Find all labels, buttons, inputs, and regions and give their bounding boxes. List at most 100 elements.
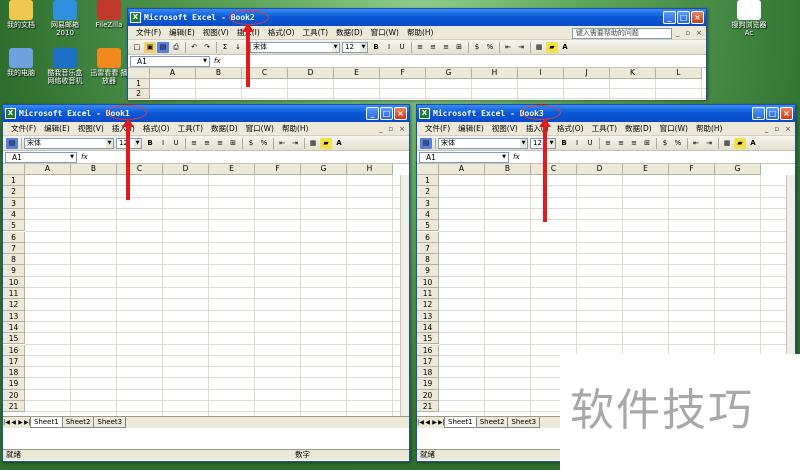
help-search-input[interactable]: 键入需要帮助的问题 [571,27,672,39]
menu-item[interactable]: 窗口(W) [242,123,278,134]
menu-item[interactable]: 帮助(H) [403,27,438,38]
column-header[interactable]: E [623,164,669,175]
worksheet-grid[interactable]: A B C D E F G H 1 2 3 4 5 6 7 8 9 10 11 12 13 14 15 16 17 18 19 20 2… [3,164,409,429]
doc-close-button[interactable]: × [397,125,407,133]
currency-icon[interactable]: $ [659,138,671,149]
fill-color-icon[interactable]: ▰ [546,41,558,53]
row-header[interactable]: 10 [417,276,439,288]
column-header[interactable]: A [150,68,196,79]
column-header[interactable]: A [25,164,71,175]
row-header[interactable]: 3 [3,197,25,209]
italic-button[interactable]: I [157,138,169,149]
column-header[interactable]: E [209,164,255,175]
row-header[interactable]: 9 [417,265,439,277]
undo-icon[interactable]: ↶ [188,42,200,53]
row-header[interactable]: 2 [417,186,439,198]
doc-minimize-button[interactable]: _ [377,125,385,133]
next-sheet-button[interactable]: ▶ [17,419,24,426]
redo-icon[interactable]: ↷ [201,42,213,53]
print-icon[interactable]: ⎙ [170,42,182,53]
row-header[interactable]: 18 [417,367,439,379]
row-header[interactable]: 3 [417,197,439,209]
row-header[interactable]: 7 [417,242,439,255]
save-icon[interactable]: ▤ [157,41,169,53]
align-right-icon[interactable]: ≡ [214,138,226,149]
column-header[interactable]: G [715,164,761,175]
row-header[interactable]: 15 [3,333,25,345]
sum-icon[interactable]: Σ [219,42,231,53]
desktop-icon[interactable]: 迅雷看看 播放器 [88,48,130,85]
menu-item[interactable]: 工具(T) [299,27,332,38]
fill-color-icon[interactable]: ▰ [320,137,332,149]
excel-window-book1[interactable]: X Microsoft Excel - Book1 _ □ × 文件(F) 编辑(… [2,104,410,462]
font-select[interactable]: 宋体 ▼ [250,41,340,53]
menu-item[interactable]: 视图(V) [74,123,108,134]
name-box[interactable]: A1 ▼ [419,151,509,163]
menu-item[interactable]: 视图(V) [488,123,522,134]
row-header[interactable]: 17 [3,355,25,368]
align-right-icon[interactable]: ≡ [440,42,452,53]
column-header[interactable]: G [426,68,472,79]
font-select[interactable]: 宋体 ▼ [438,137,528,149]
row-header[interactable]: 6 [3,231,25,243]
currency-icon[interactable]: $ [245,138,257,149]
row-header[interactable]: 21 [417,401,439,413]
row-header[interactable]: 4 [3,208,25,221]
column-header[interactable]: D [288,68,334,79]
menu-item[interactable]: 数据(D) [621,123,656,134]
minimize-button[interactable]: _ [366,107,379,120]
sheet-tab[interactable]: Sheet3 [507,417,541,428]
close-button[interactable]: × [780,107,793,120]
first-sheet-button[interactable]: |◀ [3,419,10,426]
column-header[interactable]: D [163,164,209,175]
column-header[interactable]: F [669,164,715,175]
select-all-corner[interactable] [128,68,150,79]
row-header[interactable]: 16 [417,344,439,356]
row-header[interactable]: 11 [417,288,439,300]
borders-icon[interactable]: ▦ [533,42,545,53]
menu-item[interactable]: 文件(F) [421,123,454,134]
row-header[interactable]: 13 [3,310,25,322]
column-header[interactable]: K [610,68,656,79]
row-header[interactable]: 20 [3,389,25,401]
percent-icon[interactable]: % [258,138,270,149]
row-header[interactable]: 14 [417,321,439,334]
worksheet-grid[interactable]: ABCDEFGHIJKL12 [128,68,706,100]
fx-icon[interactable]: fx [513,153,520,161]
sheet-tab[interactable]: Sheet2 [475,417,509,428]
column-header[interactable]: D [577,164,623,175]
menu-item[interactable]: 编辑(E) [40,123,74,134]
title-bar[interactable]: X Microsoft Excel - Book3 _ □ × [417,105,795,122]
row-header[interactable]: 11 [3,288,25,300]
row-header[interactable]: 10 [3,276,25,288]
currency-icon[interactable]: $ [471,42,483,53]
menu-item[interactable]: 格式(O) [139,123,174,134]
align-center-icon[interactable]: ≡ [427,42,439,53]
row-header[interactable]: 16 [3,344,25,356]
menu-item[interactable]: 编辑(E) [165,27,199,38]
column-header[interactable]: E [334,68,380,79]
row-header[interactable]: 2 [128,89,150,99]
doc-restore-button[interactable]: ▫ [683,29,692,37]
menu-item[interactable]: 帮助(H) [278,123,313,134]
font-color-icon[interactable]: A [747,138,759,149]
menu-item[interactable]: 格式(O) [553,123,588,134]
title-bar[interactable]: X Microsoft Excel - Book2 _ □ × [128,9,706,26]
minimize-button[interactable]: _ [752,107,765,120]
increase-indent-icon[interactable]: ⇥ [289,138,301,149]
select-all-corner[interactable] [3,164,25,175]
column-header[interactable]: A [439,164,485,175]
row-header[interactable]: 21 [3,401,25,413]
row-header[interactable]: 12 [3,299,25,311]
menu-item[interactable]: 数据(D) [207,123,242,134]
row-header[interactable]: 20 [417,389,439,401]
doc-restore-button[interactable]: ▫ [772,125,781,133]
merge-center-icon[interactable]: ⊞ [227,138,239,149]
name-box[interactable]: A1 ▼ [5,151,77,163]
column-header[interactable]: F [255,164,301,175]
column-header[interactable]: J [564,68,610,79]
column-header[interactable]: H [347,164,393,175]
column-header[interactable]: G [301,164,347,175]
row-header[interactable]: 4 [417,208,439,221]
italic-button[interactable]: I [571,138,583,149]
